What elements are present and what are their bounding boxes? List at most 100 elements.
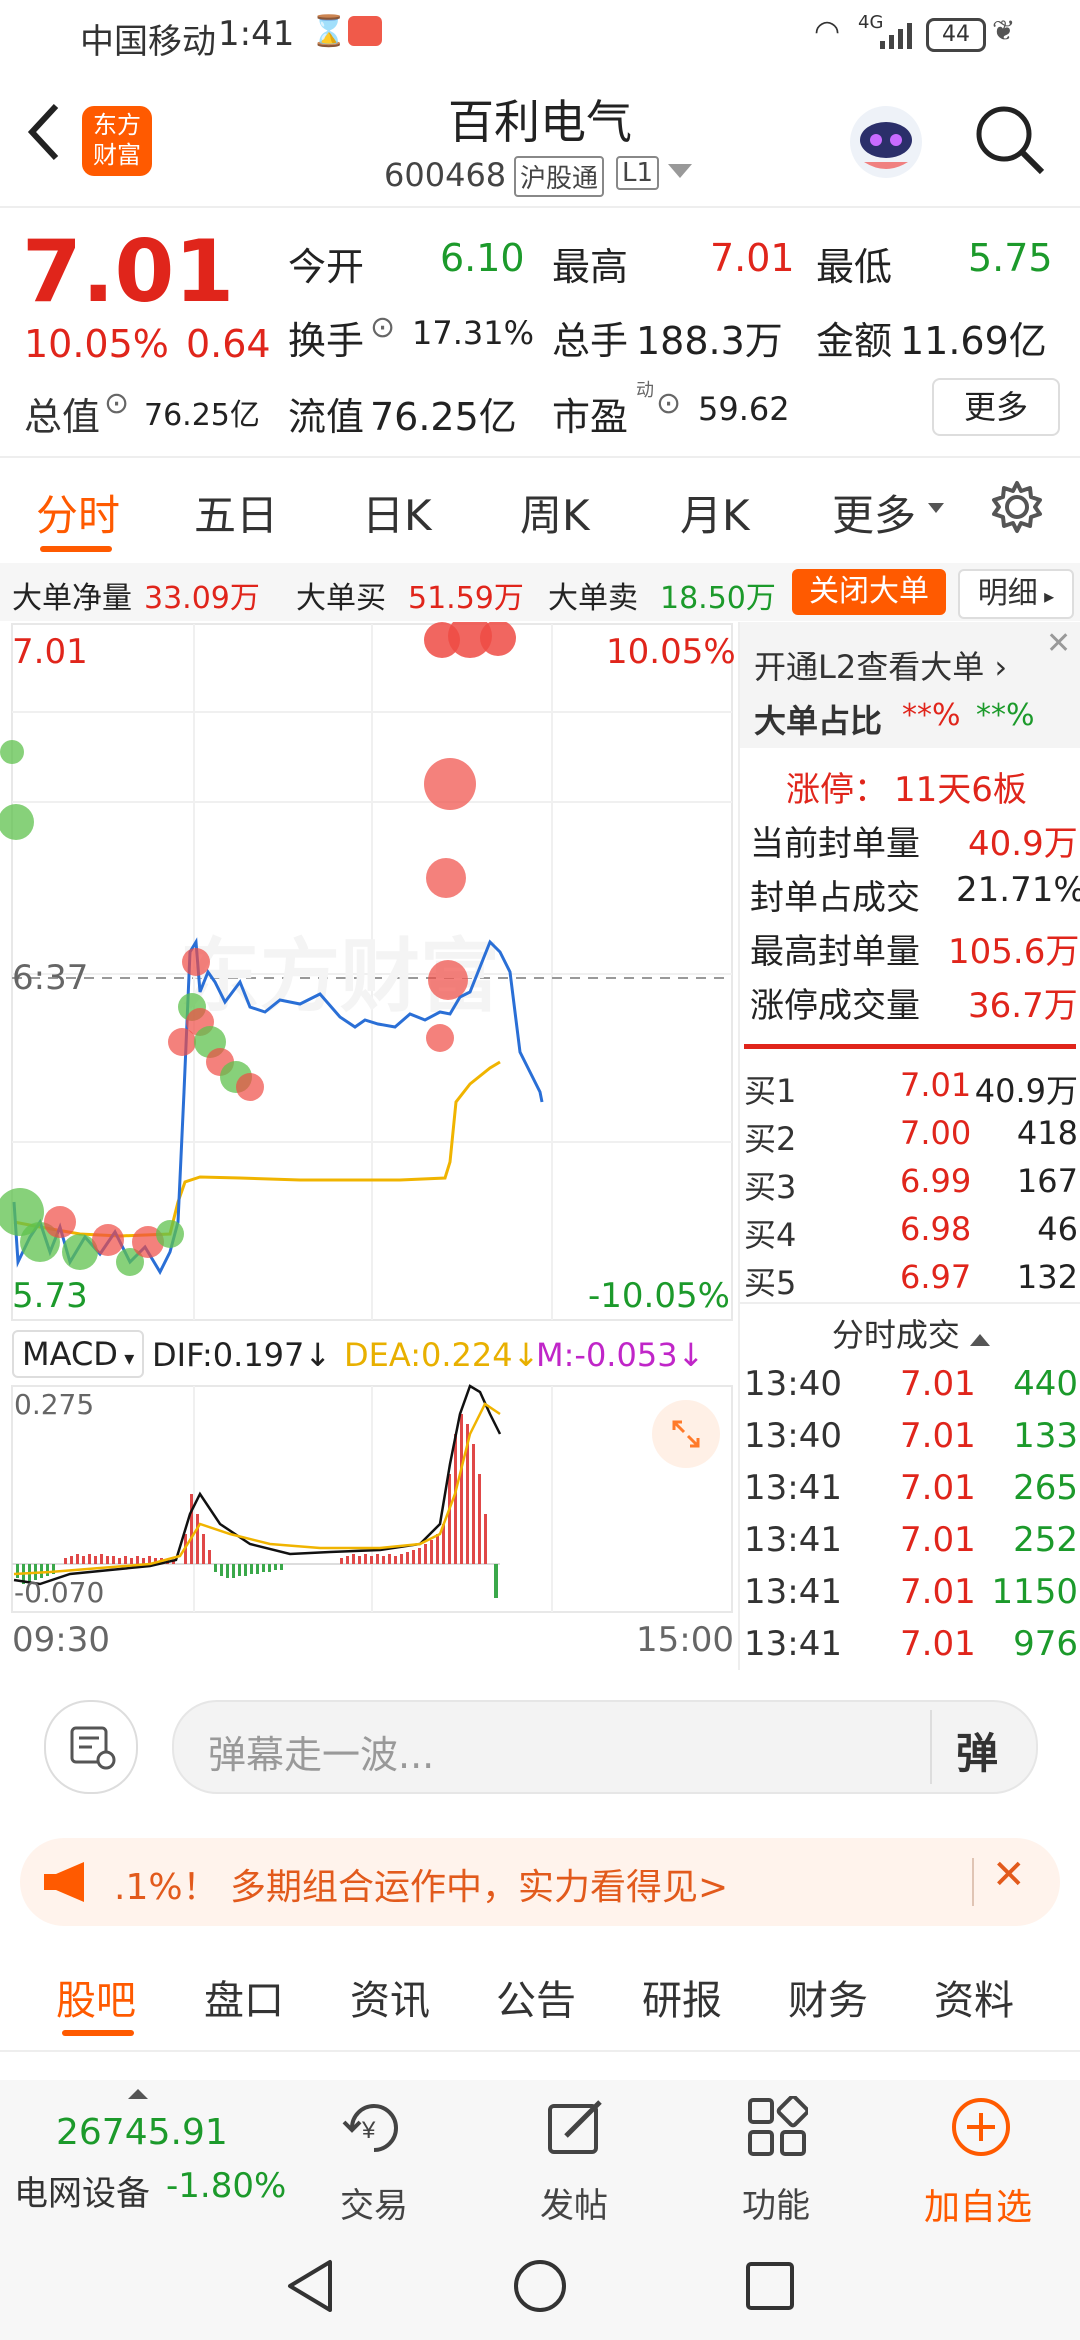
nav-home-icon[interactable] xyxy=(512,2258,568,2318)
trade-row: 13:41 7.01 976 xyxy=(740,1620,1080,1672)
battery-icon: 44 xyxy=(926,18,986,52)
float-label: 流值 xyxy=(288,395,365,439)
l2-title: 开通L2查看大单 › xyxy=(754,648,1008,686)
danmaku-settings-icon[interactable] xyxy=(44,1700,138,1794)
app-notification-icon xyxy=(348,16,382,46)
promo-banner[interactable]: .1%！ 多期组合运作中，实力看得见> ✕ xyxy=(20,1838,1060,1926)
tab-daily-k[interactable]: 日K xyxy=(362,482,432,543)
trade-time: 13:41 xyxy=(744,1624,842,1664)
buy-value: 51.59万 xyxy=(408,581,524,616)
tab-notices[interactable]: 公告 xyxy=(496,1968,576,2026)
quote-panel: 7.01 10.05% 0.64 总值 ⊙ 76.25亿 今开 6.10 最高 … xyxy=(0,210,1080,454)
turnover-label: 换手 xyxy=(288,319,365,363)
trade-time: 13:41 xyxy=(744,1468,842,1508)
order-book-row: 买4 6.98 46 xyxy=(740,1206,1080,1254)
detail-button[interactable]: 明细 ▸ xyxy=(958,569,1074,619)
trade-volume: 1150 xyxy=(991,1572,1078,1612)
top-price-label: 7.01 xyxy=(12,632,88,672)
tab-more[interactable]: 更多 xyxy=(832,482,916,543)
tab-profile[interactable]: 资料 xyxy=(934,1968,1014,2026)
trade-icon[interactable]: ¥ xyxy=(340,2098,406,2162)
info-icon[interactable]: ⊙ xyxy=(370,310,395,345)
seal-ratio-label: 封单占成交 xyxy=(750,878,920,918)
order-price: 6.99 xyxy=(900,1162,972,1200)
amount-value: 11.69亿 xyxy=(900,319,1047,363)
order-price: 6.97 xyxy=(900,1258,972,1296)
functions-label[interactable]: 功能 xyxy=(742,2178,810,2227)
high-label: 最高 xyxy=(552,245,629,289)
megaphone-icon xyxy=(44,1862,96,1906)
order-price: 7.01 xyxy=(900,1066,972,1104)
robot-avatar-icon[interactable] xyxy=(846,102,926,186)
tab-finance[interactable]: 财务 xyxy=(788,1968,868,2026)
close-banner-icon[interactable]: ✕ xyxy=(992,1852,1026,1898)
add-watch-icon[interactable] xyxy=(950,2096,1012,2162)
trade-volume: 133 xyxy=(1013,1416,1078,1456)
trade-price: 7.01 xyxy=(900,1416,976,1456)
net-label: 大单净量 xyxy=(12,581,132,616)
settings-gear-icon[interactable] xyxy=(990,480,1044,538)
macd-dea: DEA:0.224↓ xyxy=(344,1336,540,1374)
level2-panel: 开通L2查看大单 › ✕ 大单占比 **% **% 涨停： 11天6板 当前封单… xyxy=(738,622,1080,1670)
content-tabs: 股吧 盘口 资讯 公告 研报 财务 资料 xyxy=(0,1950,1080,2050)
change-percent: 10.05% xyxy=(24,322,169,366)
dropdown-icon[interactable] xyxy=(668,164,692,184)
trade-volume: 252 xyxy=(1013,1520,1078,1560)
sell-value: 18.50万 xyxy=(660,581,776,616)
time-end-label: 15:00 xyxy=(636,1620,734,1660)
amount-label: 金额 xyxy=(816,319,893,363)
macd-chart[interactable]: 0.275 -0.070 xyxy=(0,1384,736,1614)
search-icon[interactable] xyxy=(972,102,1048,182)
trades-list: 13:40 7.01 440 13:40 7.01 133 13:41 7.01 265 13:4… xyxy=(740,1360,1080,1670)
trade-volume: 976 xyxy=(1013,1624,1078,1664)
info-icon[interactable]: ⊙ xyxy=(104,386,129,421)
info-icon[interactable]: ⊙ xyxy=(656,386,681,421)
send-danmaku-button[interactable]: 弹 xyxy=(956,1720,998,1781)
functions-grid-icon[interactable] xyxy=(746,2094,810,2162)
close-big-order-button[interactable]: 关闭大单 xyxy=(792,569,946,615)
tab-monthly-k[interactable]: 月K xyxy=(680,482,750,543)
tab-news[interactable]: 资讯 xyxy=(350,1968,430,2026)
macd-selector[interactable]: MACD ▾ xyxy=(12,1330,145,1378)
stock-code: 600468 xyxy=(384,156,507,194)
index-change: -1.80% xyxy=(166,2166,287,2206)
post-label[interactable]: 发帖 xyxy=(540,2178,608,2227)
expand-icon[interactable] xyxy=(652,1400,720,1468)
l2-promo[interactable]: 开通L2查看大单 › ✕ 大单占比 **% **% xyxy=(740,622,1080,748)
tab-underline xyxy=(62,2030,134,2036)
macd-header: MACD ▾ DIF:0.197↓ DEA:0.224↓ M:-0.053↓ xyxy=(0,1324,736,1384)
trade-price: 7.01 xyxy=(900,1624,976,1664)
nav-back-icon[interactable] xyxy=(284,2258,336,2318)
tab-pankou[interactable]: 盘口 xyxy=(204,1968,284,2026)
index-name[interactable]: 电网设备 xyxy=(14,2166,150,2215)
trade-volume: 440 xyxy=(1013,1364,1078,1404)
banner-text: .1%！ 多期组合运作中，实力看得见> xyxy=(114,1867,729,1908)
order-book-row: 买5 6.97 132 xyxy=(740,1254,1080,1302)
wifi-icon: ◠ xyxy=(814,14,841,49)
trade-row: 13:41 7.01 265 xyxy=(740,1464,1080,1516)
change-amount: 0.64 xyxy=(186,322,271,366)
trade-row: 13:40 7.01 133 xyxy=(740,1412,1080,1464)
limit-label: 涨停： xyxy=(786,770,888,810)
ratio-green: **% xyxy=(976,698,1035,733)
tab-guba[interactable]: 股吧 xyxy=(56,1968,136,2026)
trade-row: 13:40 7.01 440 xyxy=(740,1360,1080,1412)
trades-header[interactable]: 分时成交 xyxy=(740,1310,1080,1356)
nav-recents-icon[interactable] xyxy=(744,2260,796,2316)
caret-up-icon xyxy=(128,2084,148,2103)
add-watch-label[interactable]: 加自选 xyxy=(924,2178,1032,2230)
trade-label[interactable]: 交易 xyxy=(340,2178,408,2227)
stock-header: 东方 财富 百利电气 600468 沪股通 L1 xyxy=(0,72,1080,206)
order-level: 买4 xyxy=(744,1216,797,1254)
index-value[interactable]: 26745.91 xyxy=(56,2112,228,2153)
tab-weekly-k[interactable]: 周K xyxy=(520,482,590,543)
tab-five-day[interactable]: 五日 xyxy=(194,482,278,543)
close-icon[interactable]: ✕ xyxy=(1046,626,1071,661)
tab-intraday[interactable]: 分时 xyxy=(36,482,120,543)
tab-research[interactable]: 研报 xyxy=(642,1968,722,2026)
signal-icon xyxy=(880,18,916,58)
intraday-chart[interactable]: 东方财富 7.01 10.05% 6:37 5.73 -10.05% xyxy=(0,622,736,1322)
post-icon[interactable] xyxy=(544,2096,608,2162)
danmaku-input[interactable]: 弹幕走一波... 弹 xyxy=(172,1700,1038,1794)
more-button[interactable]: 更多 xyxy=(932,378,1060,436)
